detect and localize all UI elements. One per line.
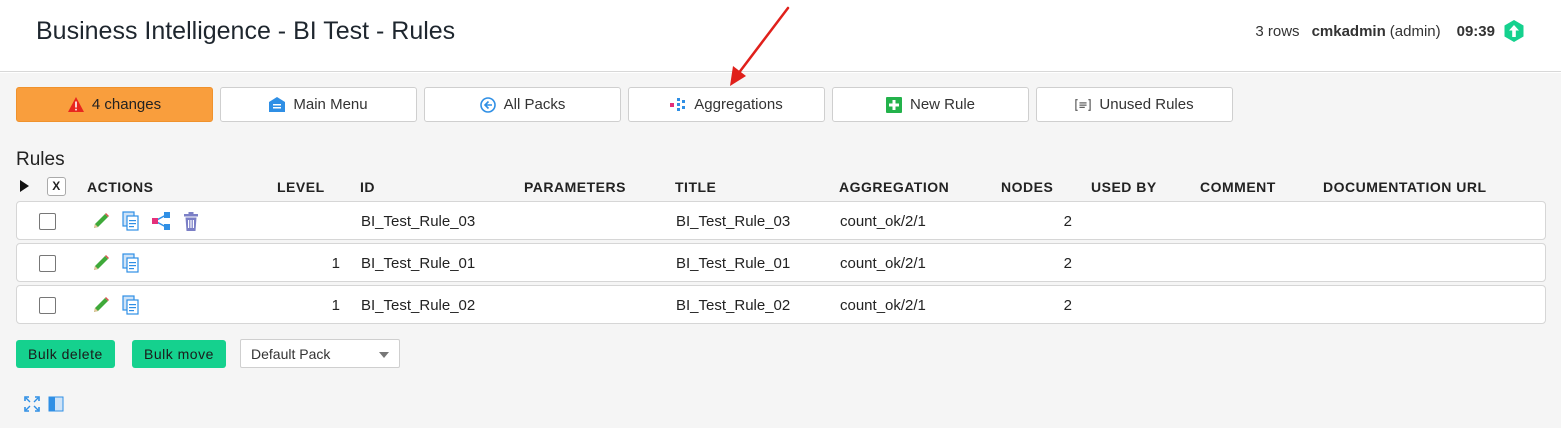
checkmk-logo-icon[interactable] — [1503, 20, 1525, 42]
new-rule-label: New Rule — [909, 96, 976, 113]
all-packs-button[interactable]: All Packs — [424, 87, 621, 122]
warning-icon — [67, 97, 84, 113]
cell-id: BI_Test_Rule_01 — [361, 255, 476, 272]
row-actions — [91, 295, 151, 315]
clone-icon[interactable] — [121, 211, 141, 231]
cell-level: 1 — [331, 255, 340, 272]
row-actions — [91, 211, 211, 231]
toolbar: 4 changes Main Menu All Packs Aggregatio… — [16, 87, 1240, 122]
col-nodes: NODES — [1001, 179, 1054, 195]
row-checkbox[interactable] — [39, 297, 56, 314]
table-row: 1 BI_Test_Rule_01 BI_Test_Rule_01 count_… — [16, 243, 1546, 282]
back-arrow-icon — [479, 96, 496, 113]
tree-icon[interactable] — [151, 211, 171, 231]
cell-aggregation: count_ok/2/1 — [840, 213, 926, 230]
cell-nodes: 2 — [1063, 255, 1072, 272]
row-checkbox[interactable] — [39, 255, 56, 272]
list-icon — [1075, 97, 1092, 113]
table-header: X ACTIONS LEVEL ID PARAMETERS TITLE AGGR… — [16, 177, 1546, 197]
col-used-by: USED BY — [1091, 179, 1157, 195]
cell-title: BI_Test_Rule_02 — [676, 297, 791, 314]
cell-title: BI_Test_Rule_01 — [676, 255, 791, 272]
col-id: ID — [360, 179, 375, 195]
edit-icon[interactable] — [91, 211, 111, 231]
chevron-down-icon — [379, 352, 389, 358]
main-content: 4 changes Main Menu All Packs Aggregatio… — [0, 73, 1561, 428]
cell-title: BI_Test_Rule_03 — [676, 213, 791, 230]
cell-nodes: 2 — [1063, 213, 1072, 230]
username[interactable]: cmkadmin — [1312, 23, 1386, 40]
col-comment: COMMENT — [1200, 179, 1276, 195]
clone-icon[interactable] — [121, 295, 141, 315]
row-actions — [91, 253, 151, 273]
cell-aggregation: count_ok/2/1 — [840, 297, 926, 314]
aggregations-button[interactable]: Aggregations — [628, 87, 825, 122]
row-count: 3 rows — [1255, 22, 1300, 40]
col-actions: ACTIONS — [87, 179, 154, 195]
edit-icon[interactable] — [91, 295, 111, 315]
target-pack-select[interactable]: Default Pack — [240, 339, 400, 368]
col-title: TITLE — [675, 179, 717, 195]
new-rule-button[interactable]: New Rule — [832, 87, 1029, 122]
sidebar-toggle-icon[interactable] — [48, 396, 64, 412]
aggregation-icon — [670, 97, 686, 113]
main-menu-label: Main Menu — [293, 96, 368, 113]
aggregations-label: Aggregations — [694, 96, 783, 113]
page-title: Business Intelligence - BI Test - Rules — [36, 17, 456, 45]
section-title: Rules — [16, 149, 65, 170]
col-parameters: PARAMETERS — [524, 179, 626, 195]
cell-id: BI_Test_Rule_03 — [361, 213, 476, 230]
table-row: BI_Test_Rule_03 BI_Test_Rule_03 count_ok… — [16, 201, 1546, 240]
col-level: LEVEL — [277, 179, 325, 195]
clone-icon[interactable] — [121, 253, 141, 273]
main-menu-button[interactable]: Main Menu — [220, 87, 417, 122]
expand-all-icon[interactable] — [20, 180, 29, 192]
unused-rules-button[interactable]: Unused Rules — [1036, 87, 1233, 122]
home-icon — [269, 97, 286, 113]
all-packs-label: All Packs — [503, 96, 566, 113]
toggle-all-checkbox-button[interactable]: X — [47, 177, 66, 196]
col-documentation-url: DOCUMENTATION URL — [1323, 179, 1487, 195]
row-checkbox[interactable] — [39, 213, 56, 230]
col-aggregation: AGGREGATION — [839, 179, 950, 195]
edit-icon[interactable] — [91, 253, 111, 273]
footer-icons — [24, 396, 72, 412]
cell-id: BI_Test_Rule_02 — [361, 297, 476, 314]
fullscreen-icon[interactable] — [24, 396, 40, 412]
bulk-delete-button[interactable]: Bulk delete — [16, 340, 115, 368]
header-status: 3 rows cmkadmin (admin) 09:39 — [1255, 20, 1525, 42]
cell-aggregation: count_ok/2/1 — [840, 255, 926, 272]
cell-nodes: 2 — [1063, 297, 1072, 314]
pending-changes-button[interactable]: 4 changes — [16, 87, 213, 122]
bulk-move-button[interactable]: Bulk move — [132, 340, 226, 368]
clock: 09:39 — [1456, 22, 1495, 40]
target-pack-value: Default Pack — [251, 346, 331, 362]
plus-icon — [885, 96, 902, 113]
user-role: (admin) — [1389, 22, 1441, 40]
delete-icon[interactable] — [181, 211, 201, 231]
annotation-arrow — [730, 6, 790, 86]
cell-level: 1 — [331, 297, 340, 314]
table-row: 1 BI_Test_Rule_02 BI_Test_Rule_02 count_… — [16, 285, 1546, 324]
unused-rules-label: Unused Rules — [1099, 96, 1194, 113]
pending-changes-label: 4 changes — [91, 96, 162, 113]
